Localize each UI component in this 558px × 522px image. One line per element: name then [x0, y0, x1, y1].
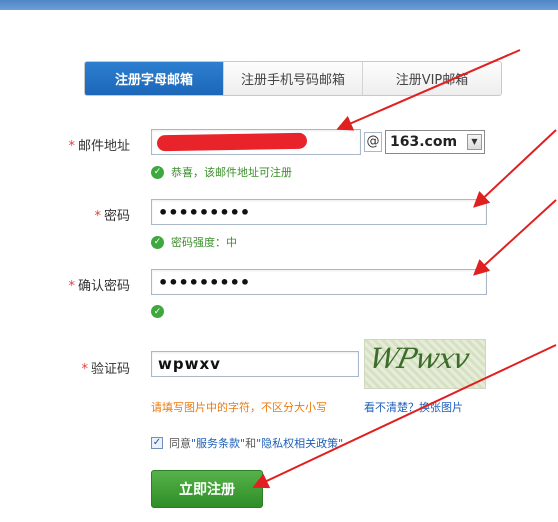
captcha-hint: 请填写图片中的字符，不区分大小写 [151, 401, 327, 414]
password-strength-message: ✓ 密码强度：中 [151, 234, 237, 250]
agree-prefix: 同意 [169, 437, 191, 450]
confirm-password-field[interactable]: ••••••••• [151, 269, 487, 295]
password-strength-text: 密码强度：中 [171, 236, 237, 249]
terms-link[interactable]: "服务条款" [191, 435, 245, 451]
captcha-label-row: * 验证码 [30, 358, 130, 377]
agree-and: 和 [245, 437, 257, 450]
top-banner [0, 0, 558, 10]
register-button[interactable]: 立即注册 [151, 470, 263, 508]
arrow-to-confirm [473, 199, 557, 276]
chevron-down-icon[interactable]: ▼ [467, 134, 482, 150]
password-label: 密码 [103, 209, 130, 224]
email-label-row: * 邮件地址 [30, 135, 130, 154]
check-circle-icon: ✓ [151, 235, 164, 249]
required-star: * [94, 209, 101, 224]
agreement-row: ✓ 同意 "服务条款" 和 "隐私权相关政策" [151, 435, 343, 451]
required-star: * [68, 279, 75, 294]
captcha-label: 验证码 [90, 362, 130, 377]
arrow-to-password [473, 129, 557, 208]
password-label-row: * 密码 [30, 205, 130, 224]
refresh-captcha-link[interactable]: 看不清楚？换张图片 [364, 399, 463, 415]
captcha-image-text: WPwxv [366, 342, 472, 375]
confirm-label-row: * 确认密码 [30, 275, 130, 294]
required-star: * [68, 139, 75, 154]
email-ok-message: ✓ 恭喜，该邮件地址可注册 [151, 164, 292, 180]
confirm-label: 确认密码 [77, 279, 130, 294]
tab-mobile-email[interactable]: 注册手机号码邮箱 [223, 62, 362, 95]
at-sign: @ [364, 132, 382, 152]
agree-checkbox[interactable]: ✓ [151, 437, 163, 449]
captcha-field[interactable]: wpwxv [151, 351, 359, 377]
email-label: 邮件地址 [77, 139, 130, 154]
email-ok-text: 恭喜，该邮件地址可注册 [171, 166, 292, 179]
confirm-ok-message: ✓ [151, 305, 171, 318]
redaction-mark [156, 132, 308, 152]
password-field[interactable]: ••••••••• [151, 199, 487, 225]
check-circle-icon: ✓ [151, 165, 164, 179]
tab-vip-email[interactable]: 注册VIP邮箱 [362, 62, 501, 95]
domain-select[interactable]: 163.com ▼ [385, 130, 485, 154]
check-circle-icon: ✓ [151, 305, 164, 318]
tab-letter-email[interactable]: 注册字母邮箱 [85, 62, 223, 95]
domain-value: 163.com [390, 134, 458, 150]
register-tabs: 注册字母邮箱 注册手机号码邮箱 注册VIP邮箱 [84, 61, 502, 96]
privacy-link[interactable]: "隐私权相关政策" [256, 435, 343, 451]
required-star: * [81, 362, 88, 377]
